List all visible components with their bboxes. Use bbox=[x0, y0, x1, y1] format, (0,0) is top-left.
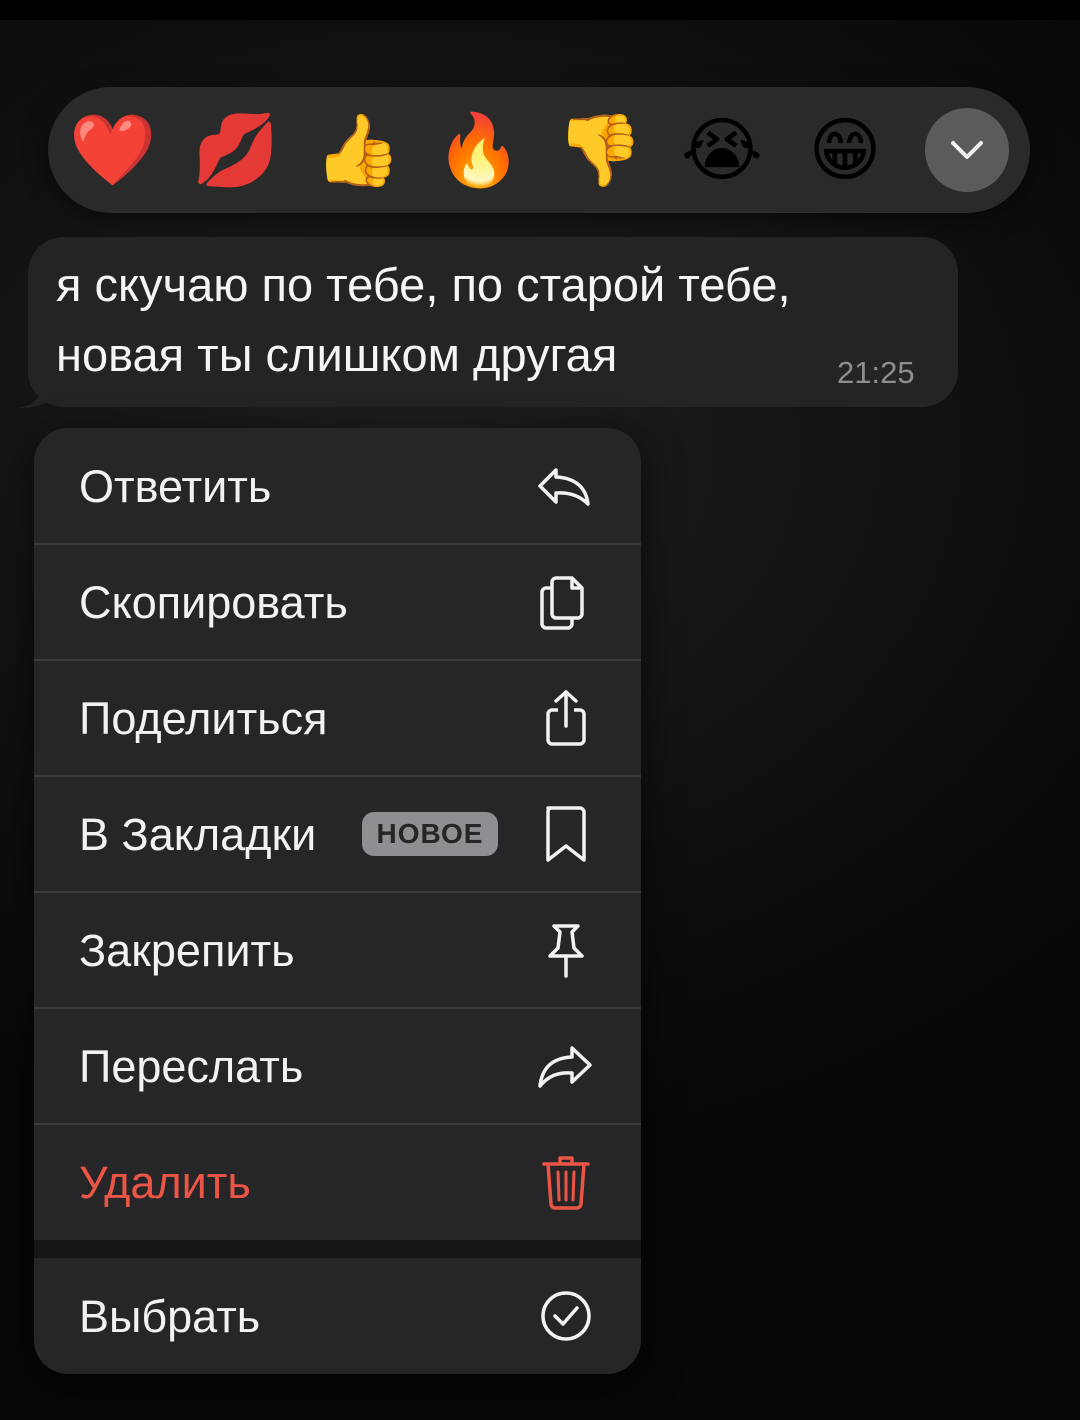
menu-item-select[interactable]: Выбрать bbox=[34, 1258, 641, 1374]
pin-icon bbox=[548, 924, 584, 978]
reaction-kiss-mark[interactable]: 💋 bbox=[192, 110, 279, 190]
delete-label: Удалить bbox=[79, 1157, 251, 1208]
chevron-down-icon bbox=[951, 141, 983, 159]
reaction-bar: ❤️ 💋 👍 🔥 👎 😭 😁 bbox=[48, 87, 1030, 213]
context-menu: Ответить Скопировать Поделиться В Заклад… bbox=[34, 428, 641, 1374]
forward-label: Переслать bbox=[79, 1041, 304, 1092]
menu-item-pin[interactable]: Закрепить bbox=[34, 892, 641, 1008]
reaction-fire[interactable]: 🔥 bbox=[435, 110, 522, 190]
menu-item-copy[interactable]: Скопировать bbox=[34, 544, 641, 660]
expand-reactions-button[interactable] bbox=[925, 108, 1009, 192]
copy-label: Скопировать bbox=[79, 577, 348, 628]
reaction-beaming-face[interactable]: 😁 bbox=[805, 110, 885, 190]
reaction-thumbs-down[interactable]: 👎 bbox=[556, 110, 643, 190]
forward-icon bbox=[538, 1046, 592, 1088]
checkmark-circle-icon bbox=[541, 1291, 591, 1341]
menu-item-delete[interactable]: Удалить bbox=[34, 1124, 641, 1240]
bookmark-label: В Закладки bbox=[79, 809, 317, 860]
reaction-loudly-crying-face[interactable]: 😭 bbox=[681, 110, 763, 190]
reply-icon bbox=[538, 468, 590, 506]
share-icon bbox=[546, 690, 586, 746]
menu-item-reply[interactable]: Ответить bbox=[34, 428, 641, 544]
message-timestamp: 21:25 bbox=[837, 355, 915, 390]
message-text-line-1: я скучаю по тебе, по старой тебе, bbox=[56, 258, 791, 311]
menu-item-forward[interactable]: Переслать bbox=[34, 1008, 641, 1124]
share-label: Поделиться bbox=[79, 693, 328, 744]
pin-label: Закрепить bbox=[79, 925, 295, 976]
select-label: Выбрать bbox=[79, 1291, 261, 1342]
bookmark-icon bbox=[546, 806, 586, 862]
reaction-thumbs-up[interactable]: 👍 bbox=[314, 110, 401, 190]
reply-label: Ответить bbox=[79, 461, 272, 512]
menu-item-bookmark[interactable]: В Закладки bbox=[34, 776, 641, 892]
menu-item-share[interactable]: Поделиться bbox=[34, 660, 641, 776]
reaction-red-heart[interactable]: ❤️ bbox=[69, 110, 156, 190]
top-edge bbox=[0, 0, 1080, 20]
new-badge: НОВОЕ bbox=[362, 812, 498, 856]
message-text-line-2: новая ты слишком другая bbox=[56, 328, 618, 381]
menu-group-separator bbox=[34, 1240, 641, 1258]
trash-icon bbox=[542, 1156, 590, 1210]
copy-icon bbox=[540, 576, 584, 630]
